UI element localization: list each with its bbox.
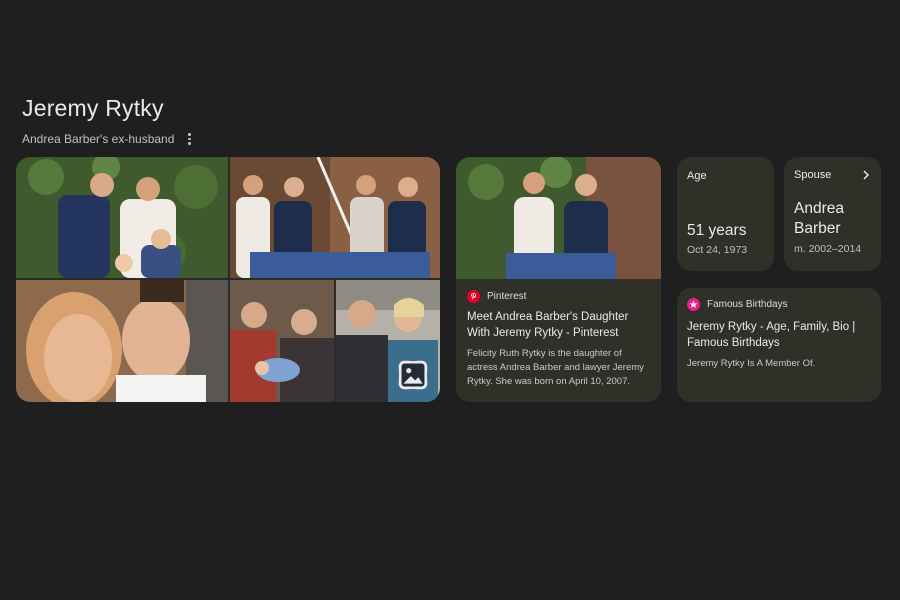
age-card[interactable]: Age 51 years Oct 24, 1973: [677, 157, 774, 271]
spouse-card[interactable]: Spouse Andrea Barber m. 2002–2014: [784, 157, 881, 271]
subtitle-row: Andrea Barber's ex-husband: [22, 132, 194, 146]
chevron-right-icon[interactable]: [861, 170, 871, 180]
photo-collage: [16, 157, 440, 402]
pinterest-thumbnail: [456, 157, 661, 279]
image-icon[interactable]: [398, 360, 428, 390]
spouse-marriage-years: m. 2002–2014: [794, 243, 862, 255]
pinterest-snippet: Felicity Ruth Rytky is the daughter of a…: [467, 348, 644, 387]
knowledge-panel-header: Jeremy Rytky Andrea Barber's ex-husband: [22, 95, 194, 146]
more-vert-icon[interactable]: [184, 132, 194, 146]
pinterest-result-card[interactable]: Pinterest Meet Andrea Barber's Daughter …: [456, 157, 661, 402]
famous-birthdays-title-link[interactable]: Jeremy Rytky - Age, Family, Bio | Famous…: [687, 319, 871, 351]
famous-birthdays-snippet: Jeremy Rytky Is A Member Of.: [687, 358, 816, 369]
entity-description: Andrea Barber's ex-husband: [22, 132, 175, 146]
photo-family-porch[interactable]: [230, 157, 440, 278]
photo-couple-selfie[interactable]: [16, 280, 228, 402]
famous-birthdays-source-name: Famous Birthdays: [707, 299, 788, 310]
famous-birthdays-result-card[interactable]: Famous Birthdays Jeremy Rytky - Age, Fam…: [677, 288, 881, 402]
spouse-name[interactable]: Andrea Barber: [794, 199, 871, 239]
spouse-label: Spouse: [794, 169, 832, 181]
age-birthdate: Oct 24, 1973: [687, 244, 748, 256]
photo-couple-event[interactable]: [336, 280, 440, 402]
age-value: 51 years: [687, 222, 747, 239]
age-label: Age: [687, 170, 707, 182]
famous-birthdays-source-row: Famous Birthdays: [687, 298, 871, 311]
photo-newborn[interactable]: [230, 280, 334, 402]
pinterest-logo-icon: [467, 290, 480, 303]
entity-title: Jeremy Rytky: [22, 95, 164, 121]
pinterest-title-link[interactable]: Meet Andrea Barber's Daughter With Jerem…: [467, 309, 650, 341]
pinterest-source-row: Pinterest: [467, 290, 650, 303]
pinterest-source-name: Pinterest: [487, 291, 527, 302]
famous-birthdays-logo-icon: [687, 298, 700, 311]
photo-family-garden[interactable]: [16, 157, 228, 278]
